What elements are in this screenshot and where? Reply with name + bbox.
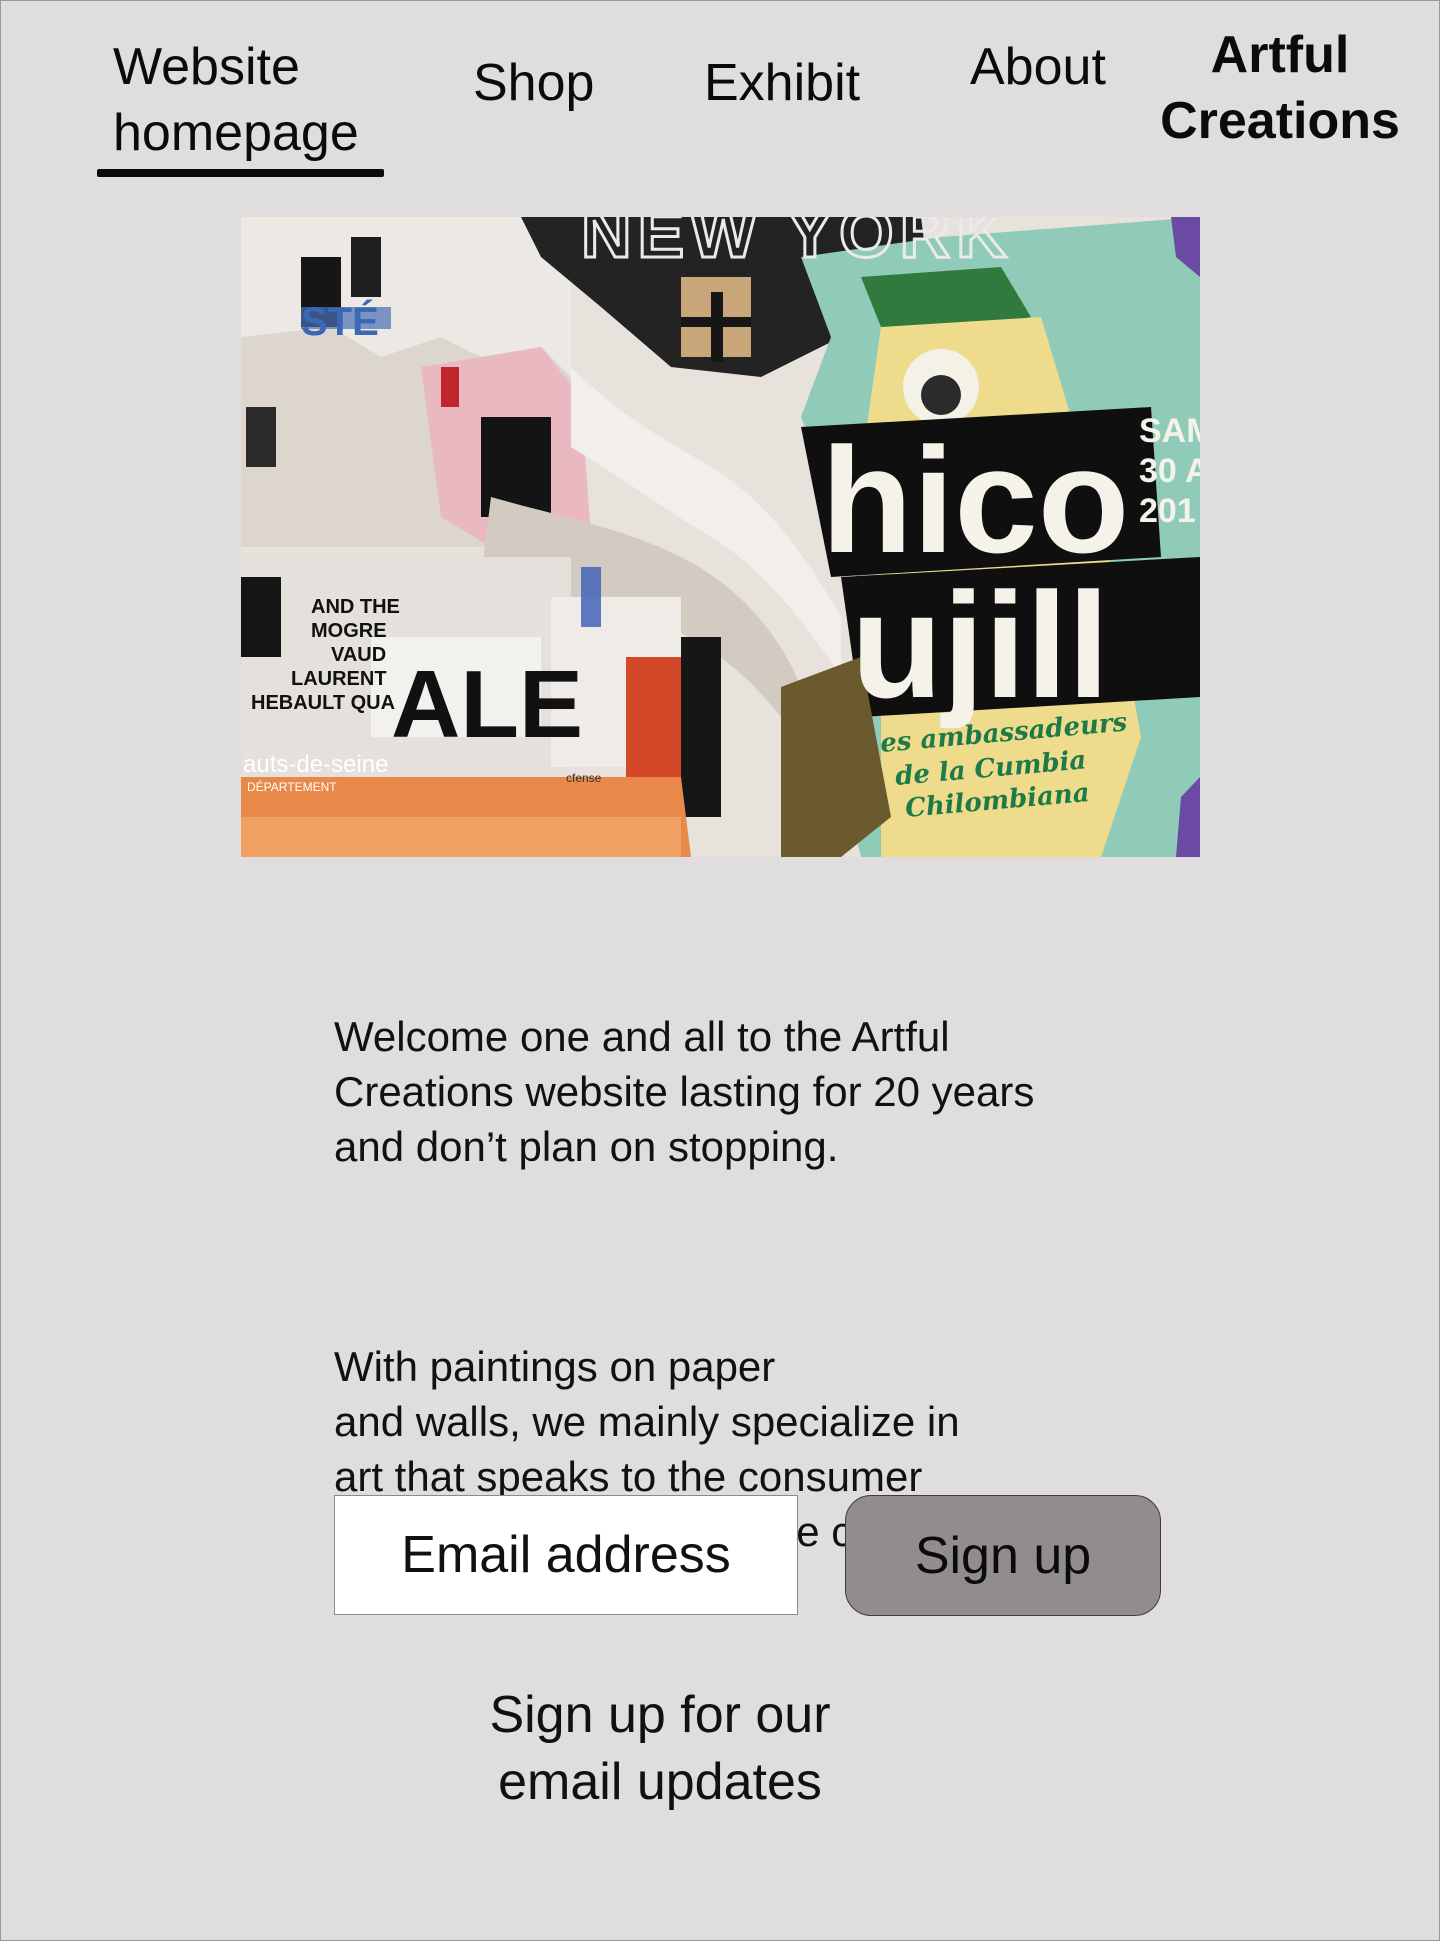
- nav-link-shop[interactable]: Shop: [473, 50, 594, 116]
- nav-link-about[interactable]: About: [970, 34, 1106, 100]
- poster-text-hauts-de-seine: auts-de-seine: [243, 751, 388, 778]
- torn-poster-collage: NEW YORK hico ujill es ambassadeurs de l…: [241, 217, 1200, 857]
- sign-up-button[interactable]: Sign up: [845, 1495, 1161, 1616]
- poster-text-trujillo: ujill: [851, 561, 1109, 729]
- poster-text-date-line-1: SAM: [1139, 412, 1200, 450]
- hero-image: NEW YORK hico ujill es ambassadeurs de l…: [241, 217, 1200, 857]
- poster-text-chico: hico: [821, 416, 1129, 584]
- brand-name: Artful Creations: [1160, 26, 1400, 150]
- poster-text-date-line-2: 30 A: [1139, 452, 1200, 490]
- poster-text-date-line-3: 201: [1139, 492, 1196, 530]
- poster-text-departement: DÉPARTEMENT: [247, 779, 337, 794]
- intro-paragraph-1: Welcome one and all to the Artful Creati…: [334, 1013, 1035, 1170]
- nav-link-website-homepage[interactable]: Website homepage: [113, 34, 373, 166]
- nav-link-exhibit[interactable]: Exhibit: [704, 50, 860, 116]
- poster-text-vaud: VAUD: [331, 644, 386, 666]
- email-field[interactable]: [334, 1495, 798, 1615]
- poster-text-laurent: LAURENT: [291, 668, 387, 690]
- poster-text-cfense: cfense: [566, 771, 602, 785]
- nav-active-underline: [97, 169, 384, 177]
- poster-text-and-the: AND THE: [311, 596, 400, 618]
- poster-text-mogre: MOGRE: [311, 620, 387, 642]
- poster-text-ste: STÉ: [301, 299, 379, 344]
- poster-text-sale: ALE: [391, 651, 583, 758]
- poster-text-thebault: HEBAULT QUA: [251, 692, 395, 714]
- poster-text-new-york: NEW YORK: [581, 217, 1013, 272]
- signup-caption: Sign up for our email updates: [489, 1686, 831, 1811]
